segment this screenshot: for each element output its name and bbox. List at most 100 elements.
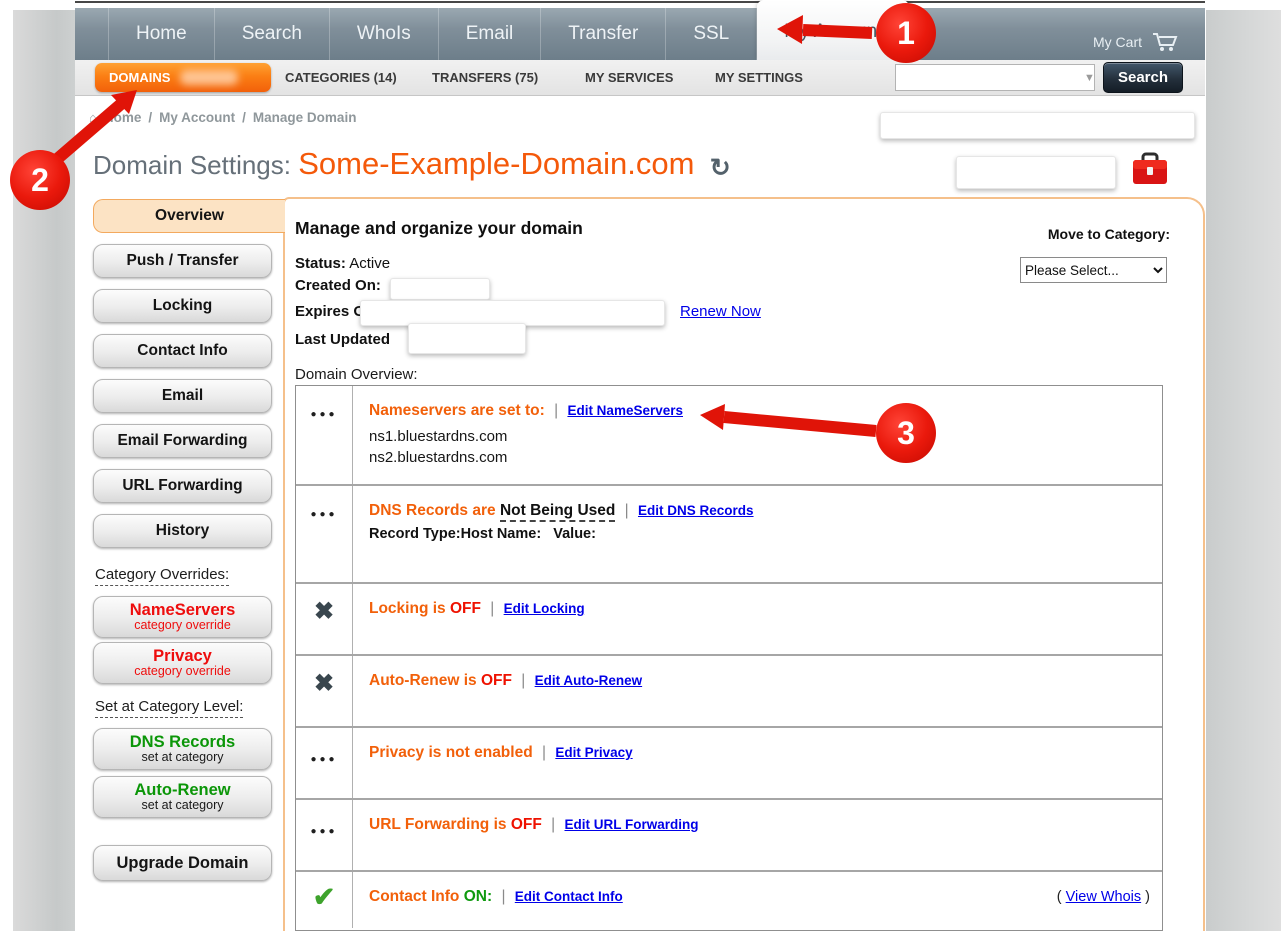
edit-privacy-link[interactable]: Edit Privacy [555, 745, 632, 760]
domain-search-combobox[interactable]: ▼ [895, 64, 1095, 91]
subnav-item-my-services[interactable]: MY SERVICES [585, 70, 673, 85]
separator: | [620, 502, 634, 519]
nameservers-title: Nameservers are set to: [369, 402, 545, 419]
last-updated-label: Last Updated [295, 331, 390, 348]
breadcrumb-home[interactable]: Home [104, 110, 142, 125]
sidebar-tab-push-transfer[interactable]: Push / Transfer [93, 244, 272, 278]
edit-locking-link[interactable]: Edit Locking [504, 601, 585, 616]
edit-contact-info-link[interactable]: Edit Contact Info [515, 889, 623, 904]
sidebar-tab-overview[interactable]: Overview [93, 199, 285, 233]
domain-overview-table: ●●● Nameservers are set to: | Edit NameS… [295, 385, 1163, 931]
sidebar-button-nameservers-override[interactable]: NameServers category override [93, 596, 272, 638]
move-to-category-select[interactable]: Please Select... [1020, 257, 1167, 283]
row-body: Nameservers are set to: | Edit NameServe… [353, 386, 1162, 484]
redacted-updated-date [408, 323, 526, 354]
dns-record-headers: Record Type:Host Name: Value: [369, 526, 1148, 542]
contact-info-title: Contact Info [369, 888, 459, 905]
content-area: Home Search WhoIs Email Transfer SSL My … [75, 0, 1205, 931]
top-nav-tabs: Home Search WhoIs Email Transfer SSL My … [108, 8, 1205, 60]
sidebar-tab-history[interactable]: History [93, 514, 272, 548]
separator: | [537, 744, 551, 761]
url-forwarding-row: ●●● URL Forwarding is OFF | Edit URL For… [296, 798, 1162, 870]
whois-paren-close: ) [1145, 889, 1150, 905]
move-to-category-label: Move to Category: [970, 226, 1170, 242]
nameserver-2: ns2.bluestardns.com [369, 447, 1148, 468]
sidebar-tab-url-forwarding[interactable]: URL Forwarding [93, 469, 272, 503]
subnav-item-categories[interactable]: CATEGORIES (14) [285, 70, 397, 85]
row-body: URL Forwarding is OFF | Edit URL Forward… [353, 800, 1162, 870]
breadcrumb: ⌂ Home / My Account / Manage Domain [89, 110, 356, 125]
edit-nameservers-link[interactable]: Edit NameServers [567, 403, 683, 418]
subnav-domains-button[interactable]: DOMAINS [95, 63, 271, 92]
row-body: Locking is OFF | Edit Locking [353, 584, 1162, 654]
refresh-icon[interactable]: ↻ [710, 154, 731, 182]
edit-url-forwarding-link[interactable]: Edit URL Forwarding [564, 817, 698, 832]
auto-renew-row: ✖ Auto-Renew is OFF | Edit Auto-Renew [296, 654, 1162, 726]
contact-info-row: ✔ Contact Info ON: | Edit Contact Info (… [296, 870, 1162, 928]
row-body: Auto-Renew is OFF | Edit Auto-Renew [353, 656, 1162, 726]
view-whois-link[interactable]: View Whois [1066, 889, 1141, 905]
row-icon-cell: ●●● [296, 386, 353, 484]
subnav-item-my-settings[interactable]: MY SETTINGS [715, 70, 803, 85]
url-forwarding-title: URL Forwarding is [369, 816, 507, 833]
url-forwarding-status: OFF [511, 816, 542, 833]
dns-records-status: Not Being Used [500, 502, 615, 522]
nameservers-override-subtitle: category override [134, 619, 231, 632]
tab-email[interactable]: Email [439, 8, 542, 60]
locking-row: ✖ Locking is OFF | Edit Locking [296, 582, 1162, 654]
nameservers-override-title: NameServers [130, 602, 236, 619]
cart-icon [1151, 31, 1179, 53]
domain-search-input[interactable] [896, 65, 1084, 90]
breadcrumb-separator: / [242, 110, 246, 125]
x-mark-icon: ✖ [314, 584, 334, 654]
privacy-override-title: Privacy [153, 648, 212, 665]
privacy-title: Privacy is not enabled [369, 744, 533, 761]
tab-whois[interactable]: WhoIs [330, 8, 439, 60]
subnav-item-transfers[interactable]: TRANSFERS (75) [432, 70, 538, 85]
row-body: Contact Info ON: | Edit Contact Info ( V… [353, 872, 1162, 928]
tab-search[interactable]: Search [215, 8, 330, 60]
row-title: Privacy is not enabled | Edit Privacy [369, 744, 1148, 762]
redacted-created-date [390, 278, 490, 300]
page: Home Search WhoIs Email Transfer SSL My … [0, 0, 1287, 931]
search-button[interactable]: Search [1103, 62, 1183, 93]
ellipsis-icon: ●●● [310, 800, 337, 870]
edit-auto-renew-link[interactable]: Edit Auto-Renew [535, 673, 643, 688]
my-cart-label: My Cart [1093, 34, 1142, 50]
row-title: URL Forwarding is OFF | Edit URL Forward… [369, 816, 1148, 834]
sidebar-tab-email[interactable]: Email [93, 379, 272, 413]
nameservers-row: ●●● Nameservers are set to: | Edit NameS… [296, 386, 1162, 484]
row-icon-cell: ✖ [296, 656, 353, 726]
row-body: DNS Records are Not Being Used | Edit DN… [353, 486, 1162, 582]
sidebar-tab-contact-info[interactable]: Contact Info [93, 334, 272, 368]
top-border-line [75, 1, 1205, 3]
tab-transfer[interactable]: Transfer [541, 8, 666, 60]
separator: | [485, 600, 499, 617]
auto-renew-title: Auto-Renew is [369, 672, 477, 689]
right-gutter [1206, 10, 1281, 931]
sidebar-button-privacy-override[interactable]: Privacy category override [93, 642, 272, 684]
sidebar-button-auto-renew-category[interactable]: Auto-Renew set at category [93, 776, 272, 818]
sidebar-button-dns-records-category[interactable]: DNS Records set at category [93, 728, 272, 770]
breadcrumb-my-account[interactable]: My Account [159, 110, 235, 125]
privacy-override-subtitle: category override [134, 665, 231, 678]
sidebar-tab-email-forwarding[interactable]: Email Forwarding [93, 424, 272, 458]
row-icon-cell: ●●● [296, 486, 353, 582]
status-label: Status: [295, 255, 346, 272]
tab-home[interactable]: Home [108, 8, 215, 60]
domains-label: DOMAINS [109, 70, 170, 85]
dropdown-arrow-icon[interactable]: ▼ [1084, 72, 1103, 84]
upgrade-domain-button[interactable]: Upgrade Domain [93, 845, 272, 881]
renew-now-link[interactable]: Renew Now [680, 303, 761, 320]
sidebar-tab-locking[interactable]: Locking [93, 289, 272, 323]
tab-my-account[interactable]: My Account [757, 0, 909, 60]
toolbox-icon[interactable] [1129, 148, 1171, 190]
dns-records-title: DNS Records are [369, 502, 496, 519]
row-title: Nameservers are set to: | Edit NameServe… [369, 402, 1148, 420]
edit-dns-records-link[interactable]: Edit DNS Records [638, 503, 754, 518]
tab-ssl[interactable]: SSL [666, 8, 757, 60]
separator: | [549, 402, 563, 419]
checkmark-icon: ✔ [313, 872, 336, 928]
auto-renew-status: OFF [481, 672, 512, 689]
row-body: Privacy is not enabled | Edit Privacy [353, 728, 1162, 798]
